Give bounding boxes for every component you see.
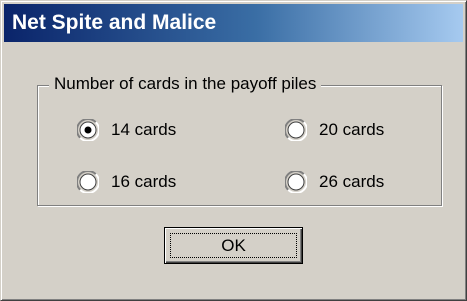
radio-option-14-cards[interactable]: 14 cards xyxy=(77,118,176,142)
radio-label-26-cards: 26 cards xyxy=(319,172,385,191)
radio-unselected-icon[interactable] xyxy=(77,171,99,193)
radio-label-16-cards: 16 cards xyxy=(111,172,177,191)
radio-label-14-cards: 14 cards xyxy=(111,120,177,139)
dialog-window: Net Spite and Malice Number of cards in … xyxy=(0,0,467,301)
radio-label-20-cards: 20 cards xyxy=(319,120,385,139)
radio-unselected-icon[interactable] xyxy=(285,171,307,193)
radio-option-20-cards[interactable]: 20 cards xyxy=(285,118,384,142)
ok-button-label: OK xyxy=(221,236,246,255)
radio-option-26-cards[interactable]: 26 cards xyxy=(285,170,384,194)
ok-button[interactable]: OK xyxy=(164,227,303,264)
title-bar[interactable]: Net Spite and Malice xyxy=(4,4,463,42)
radio-selected-icon[interactable] xyxy=(77,119,99,141)
radio-unselected-icon[interactable] xyxy=(285,119,307,141)
window-title: Net Spite and Malice xyxy=(12,11,217,34)
groupbox-label: Number of cards in the payoff piles xyxy=(49,73,322,95)
radio-option-16-cards[interactable]: 16 cards xyxy=(77,170,176,194)
